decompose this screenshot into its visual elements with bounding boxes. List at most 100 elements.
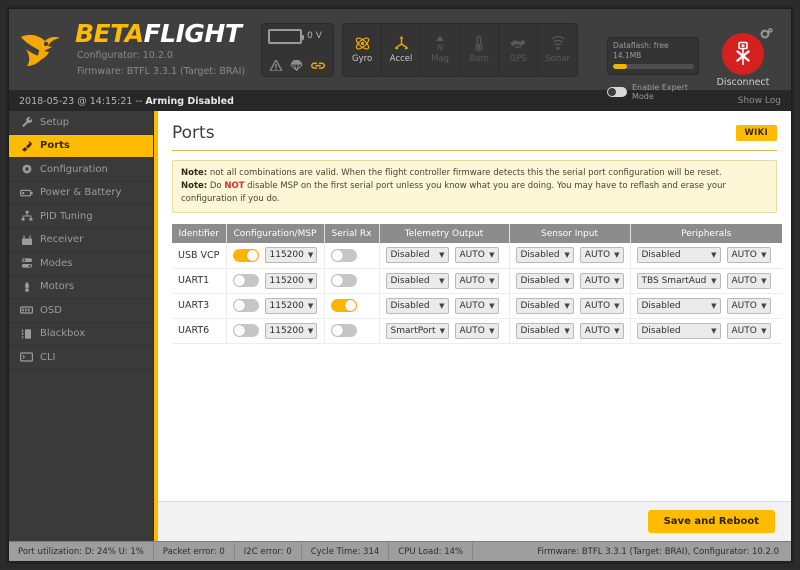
telemetry-value: Disabled [390,300,430,311]
peripheral-baud-select[interactable]: AUTO ▼ [726,297,771,314]
sidebar-item-label: Setup [40,116,70,128]
peripheral-select[interactable]: Disabled ▼ [636,247,721,264]
expert-mode-row[interactable]: Enable Expert Mode [607,83,699,101]
cell-sensor: Disabled ▼ AUTO ▼ [509,243,631,269]
peripheral-select[interactable]: Disabled ▼ [636,322,721,339]
msp-baud-value: 115200 [269,325,304,336]
chevron-down-icon: ▼ [489,276,495,285]
chevron-down-icon: ▼ [439,301,445,310]
cell-serial-rx [324,293,380,319]
msp-baud-value: 115200 [269,275,304,286]
serial-rx-toggle[interactable] [330,274,357,287]
chevron-down-icon: ▼ [614,301,620,310]
peripheral-value: Disabled [641,250,681,261]
msp-toggle[interactable] [232,274,259,287]
sensor-label: GPS [509,53,527,64]
sidebar-item-setup[interactable]: Setup [9,111,153,135]
dataflash-label: Dataflash: free 14.1MB [613,41,669,60]
sidebar-item-modes[interactable]: Modes [9,252,153,276]
msp-baud-value: 115200 [269,300,304,311]
telemetry-select[interactable]: Disabled ▼ [385,272,449,289]
save-and-reboot-button[interactable]: Save and Reboot [647,510,775,533]
telemetry-select[interactable]: Disabled ▼ [385,247,449,264]
msp-toggle[interactable] [232,324,259,337]
sensor-select[interactable]: Disabled ▼ [515,247,574,264]
sidebar-item-cli[interactable]: CLI [9,346,153,370]
baro-icon [475,35,483,52]
sidebar-item-ports[interactable]: Ports [9,134,153,158]
panel-title: Ports [172,123,215,143]
chevron-down-icon: ▼ [761,251,767,260]
sidebar-item-configuration[interactable]: Configuration [9,158,153,182]
peripheral-baud-select[interactable]: AUTO ▼ [726,272,771,289]
sidebar-item-label: OSD [40,304,62,316]
sensor-baud-value: AUTO [584,275,611,286]
peripheral-baud-select[interactable]: AUTO ▼ [726,322,771,339]
peripheral-baud-value: AUTO [731,275,757,286]
serial-rx-toggle[interactable] [330,248,357,262]
sensor-baud-value: AUTO [584,300,611,311]
sensor-select[interactable]: Disabled ▼ [515,297,574,314]
sensor-gyro: Gyro [343,23,383,76]
serial-rx-toggle[interactable] [330,324,357,337]
telemetry-baud-select[interactable]: AUTO ▼ [454,247,499,264]
note-prefix: Note: [181,168,208,178]
peripheral-select[interactable]: Disabled ▼ [636,297,721,314]
msp-toggle[interactable] [232,248,259,262]
telemetry-baud-select[interactable]: AUTO ▼ [454,322,499,339]
table-row: USB VCP 115200 ▼ Disabled ▼ AUTO ▼ Disab… [172,243,782,269]
sensor-label: Sonar [545,53,570,64]
cell-telemetry: SmartPort ▼ AUTO ▼ [379,318,510,344]
sensor-value: Disabled [520,325,560,336]
msp-toggle[interactable] [232,299,259,312]
msp-baud-select[interactable]: 115200 ▼ [264,272,317,289]
chevron-down-icon: ▼ [761,326,767,335]
sidebar-item-label: Receiver [40,234,84,246]
show-log-link[interactable]: Show Log [738,96,781,106]
telemetry-select[interactable]: SmartPort ▼ [385,322,449,339]
sidebar-item-label: Modes [40,257,73,269]
chevron-down-icon: ▼ [439,276,445,285]
sidebar-item-power-battery[interactable]: Power & Battery [9,182,153,205]
peripheral-baud-select[interactable]: AUTO ▼ [726,247,771,264]
telemetry-select[interactable]: Disabled ▼ [385,297,449,314]
peripheral-value: Disabled [641,325,681,336]
telemetry-baud-select[interactable]: AUTO ▼ [454,272,499,289]
battery-icon [268,28,305,44]
sidebar-item-pid-tuning[interactable]: PID Tuning [9,205,153,229]
sensor-select[interactable]: Disabled ▼ [515,272,574,289]
sensor-sonar: Sonar [538,24,577,76]
telemetry-baud-select[interactable]: AUTO ▼ [454,297,499,314]
disconnect-button[interactable]: Disconnect [709,33,777,88]
sensor-baud-select[interactable]: AUTO ▼ [579,297,624,314]
serial-rx-toggle[interactable] [330,299,357,312]
sidebar-item-label: CLI [40,351,56,363]
expert-mode-toggle[interactable] [607,87,627,97]
sensor-accel: Accel [382,23,422,76]
sidebar-item-motors[interactable]: Motors [9,276,153,299]
sensor-baud-select[interactable]: AUTO ▼ [579,247,624,264]
sensor-gps: GPS [499,23,539,76]
sensor-select[interactable]: Disabled ▼ [515,322,574,339]
telemetry-baud-value: AUTO [459,250,485,261]
gear-icon[interactable] [759,27,773,41]
sidebar-item-blackbox[interactable]: Blackbox [9,323,153,346]
sensor-baud-select[interactable]: AUTO ▼ [579,322,624,339]
sidebar-item-receiver[interactable]: Receiver [9,229,153,252]
disconnect-circle[interactable] [722,33,764,75]
warning-icon [270,59,283,71]
peripheral-value: Disabled [641,300,681,311]
msp-baud-select[interactable]: 115200 ▼ [264,322,317,339]
msp-baud-select[interactable]: 115200 ▼ [264,297,317,314]
sidebar-item-osd[interactable]: OSD [9,299,153,323]
msp-baud-select[interactable]: 115200 ▼ [264,247,317,264]
sensor-mag: N Mag [421,23,461,76]
msp-baud-value: 115200 [269,250,304,261]
sensor-baud-select[interactable]: AUTO ▼ [579,272,624,289]
chevron-down-icon: ▼ [307,251,314,260]
peripheral-select[interactable]: TBS SmartAud ▼ [636,272,721,289]
dataflash-meter: Dataflash: free 14.1MB [607,37,699,75]
row-identifier: UART3 [172,293,227,319]
plug-icon [20,139,33,152]
wiki-button[interactable]: WIKI [735,125,777,141]
